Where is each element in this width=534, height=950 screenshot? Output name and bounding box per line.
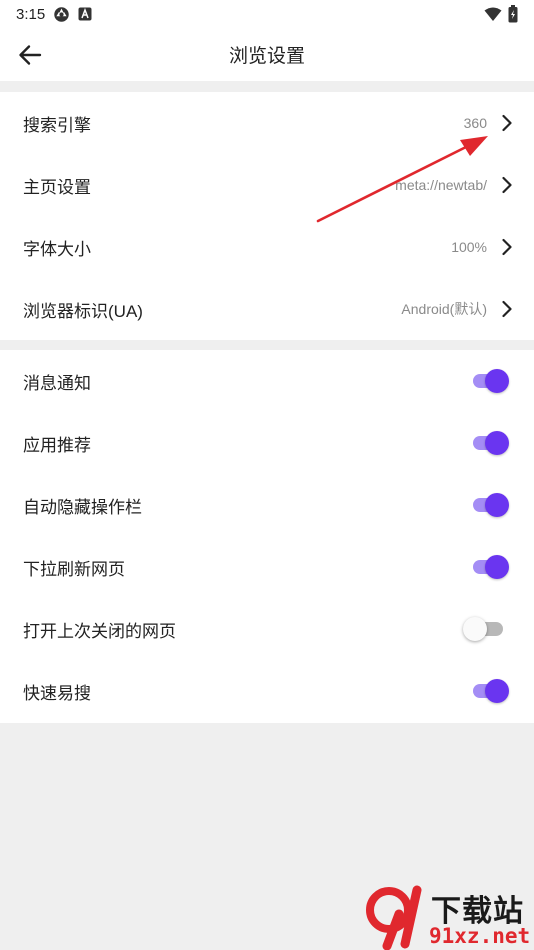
back-button[interactable] xyxy=(14,40,46,70)
notifications-toggle[interactable] xyxy=(471,369,509,393)
setting-label: 搜索引擎 xyxy=(23,115,91,135)
setting-label: 快速易搜 xyxy=(23,683,91,703)
setting-label: 应用推荐 xyxy=(23,435,91,455)
chevron-right-icon xyxy=(500,237,514,257)
quick-search-toggle[interactable] xyxy=(471,679,509,703)
settings-group-general: 搜索引擎 360 主页设置 meta://newtab/ 字体大小 100% 浏… xyxy=(0,92,534,340)
arrow-left-icon xyxy=(19,45,42,65)
setting-label: 自动隐藏操作栏 xyxy=(23,497,142,517)
wifi-icon xyxy=(484,7,502,22)
setting-search-engine[interactable]: 搜索引擎 360 xyxy=(0,92,534,154)
setting-value: meta://newtab/ xyxy=(395,177,487,193)
status-time: 3:15 xyxy=(16,5,46,23)
restore-tabs-toggle[interactable] xyxy=(463,617,509,641)
status-left: 3:15 xyxy=(16,6,92,23)
toggle-knob xyxy=(485,555,509,579)
toggle-knob xyxy=(485,493,509,517)
setting-label: 浏览器标识(UA) xyxy=(23,301,143,321)
battery-icon xyxy=(508,5,518,23)
pull-to-refresh-toggle[interactable] xyxy=(471,555,509,579)
screen: 3:15 浏览设置 搜索引擎 360 主页设置 meta://newtab/ 字… xyxy=(0,0,534,950)
auto-hide-toolbar-toggle[interactable] xyxy=(471,493,509,517)
watermark: 下载站 91xz.net xyxy=(365,884,533,950)
toggle-knob xyxy=(485,431,509,455)
page-title: 浏览设置 xyxy=(228,46,305,67)
setting-font-size[interactable]: 字体大小 100% xyxy=(0,216,534,278)
status-bar: 3:15 xyxy=(0,0,534,28)
setting-value: 360 xyxy=(463,115,487,131)
setting-quick-search: 快速易搜 xyxy=(0,660,534,722)
app-bar: 浏览设置 xyxy=(0,28,534,81)
chevron-right-icon xyxy=(500,175,514,195)
setting-label: 主页设置 xyxy=(23,177,91,197)
watermark-site: 91xz.net xyxy=(429,924,531,948)
setting-user-agent[interactable]: 浏览器标识(UA) Android(默认) xyxy=(0,278,534,340)
setting-app-recommend: 应用推荐 xyxy=(0,412,534,474)
status-right xyxy=(484,5,518,23)
aperture-icon xyxy=(53,6,70,23)
setting-label: 打开上次关闭的网页 xyxy=(23,621,176,641)
app-recommend-toggle[interactable] xyxy=(471,431,509,455)
toggle-knob xyxy=(485,369,509,393)
setting-value: Android(默认) xyxy=(401,301,487,317)
toggle-knob xyxy=(463,617,487,641)
settings-group-toggles: 消息通知 应用推荐 自动隐藏操作栏 下拉刷新网页 打开上次关闭的网页 快速易搜 xyxy=(0,350,534,723)
setting-homepage[interactable]: 主页设置 meta://newtab/ xyxy=(0,154,534,216)
toggle-knob xyxy=(485,679,509,703)
chevron-right-icon xyxy=(500,113,514,133)
setting-label: 字体大小 xyxy=(23,239,91,259)
chevron-right-icon xyxy=(500,299,514,319)
setting-restore-tabs: 打开上次关闭的网页 xyxy=(0,598,534,660)
setting-label: 下拉刷新网页 xyxy=(23,559,125,579)
setting-notifications: 消息通知 xyxy=(0,350,534,412)
watermark-logo-icon xyxy=(366,885,422,950)
setting-pull-to-refresh: 下拉刷新网页 xyxy=(0,536,534,598)
app-notification-icon xyxy=(78,7,92,21)
setting-auto-hide-toolbar: 自动隐藏操作栏 xyxy=(0,474,534,536)
setting-value: 100% xyxy=(451,239,487,255)
setting-label: 消息通知 xyxy=(23,373,91,393)
